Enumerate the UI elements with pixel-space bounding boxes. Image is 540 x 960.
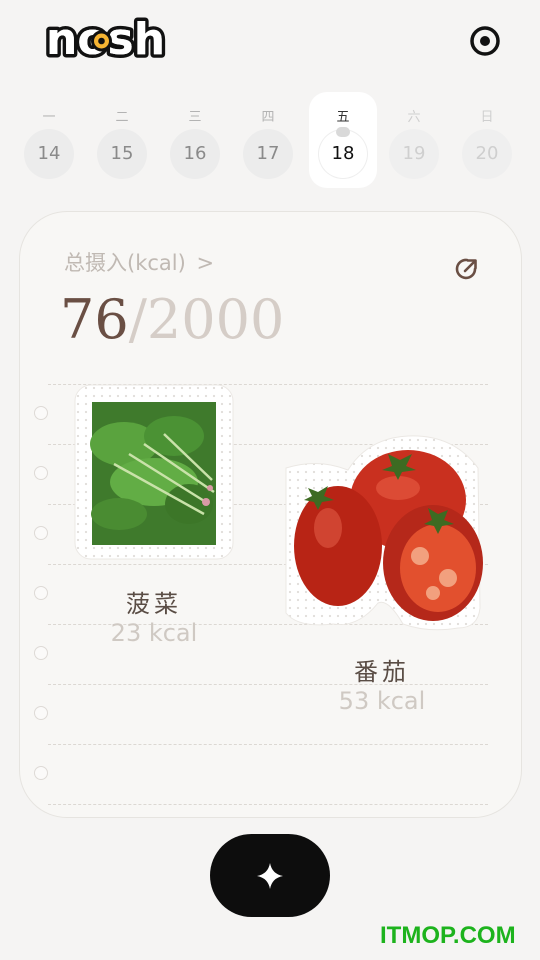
- day-16[interactable]: 三 16: [161, 92, 229, 188]
- food-kcal: 23 kcal: [110, 619, 198, 647]
- food-name: 菠菜: [126, 590, 182, 618]
- day-19[interactable]: 六 19: [380, 92, 448, 188]
- weekday-label: 五: [336, 110, 350, 125]
- today-indicator: [336, 127, 350, 137]
- weekday-label: 一: [42, 110, 56, 125]
- binder-hole: [34, 406, 48, 420]
- food-item-spinach[interactable]: 菠菜 23 kcal: [74, 584, 234, 647]
- binder-hole: [34, 466, 48, 480]
- share-icon[interactable]: [453, 255, 481, 283]
- goal-kcal: 2000: [146, 288, 285, 351]
- daily-intake-card: 总摄入(kcal) > 76/2000 菠菜 23 kcal 番茄 53 kca…: [19, 211, 522, 818]
- total-intake-label: 总摄入(kcal): [64, 251, 186, 275]
- day-17[interactable]: 四 17: [234, 92, 302, 188]
- weekday-label: 日: [480, 110, 494, 125]
- food-item-tomato[interactable]: 番茄 53 kcal: [302, 652, 462, 715]
- watermark: ITMOP.COM: [380, 922, 516, 949]
- date-number: 20: [462, 129, 512, 179]
- date-number: 16: [170, 129, 220, 179]
- binder-hole: [34, 646, 48, 660]
- settings-icon[interactable]: [468, 24, 502, 58]
- binder-hole: [34, 766, 48, 780]
- divider: [48, 744, 488, 745]
- chevron-right-icon: >: [196, 251, 215, 275]
- date-number: 15: [97, 129, 147, 179]
- week-selector: 一 14 二 15 三 16 四 17 五 18 六 19 日 20: [15, 92, 525, 188]
- binder-hole: [34, 586, 48, 600]
- date-number: 14: [24, 129, 74, 179]
- add-food-button[interactable]: [210, 834, 330, 917]
- nosh-logo: nosh nosh: [44, 12, 169, 64]
- day-15[interactable]: 二 15: [88, 92, 156, 188]
- food-sticker-tomato[interactable]: [278, 428, 484, 634]
- consumed-kcal: 76: [60, 288, 129, 351]
- total-intake-link[interactable]: 总摄入(kcal) >: [64, 247, 214, 277]
- divider: [48, 804, 488, 805]
- date-number: 19: [389, 129, 439, 179]
- day-14[interactable]: 一 14: [15, 92, 83, 188]
- food-kcal: 53 kcal: [338, 687, 426, 715]
- add-icon: [257, 863, 283, 889]
- weekday-label: 二: [115, 110, 129, 125]
- weekday-label: 六: [407, 110, 421, 125]
- binder-hole: [34, 526, 48, 540]
- separator: /: [128, 288, 147, 351]
- weekday-label: 三: [188, 110, 202, 125]
- weekday-label: 四: [261, 110, 275, 125]
- day-20[interactable]: 日 20: [453, 92, 521, 188]
- calorie-counter: 76/2000: [60, 284, 284, 356]
- day-18-selected[interactable]: 五 18: [309, 92, 377, 188]
- date-number: 17: [243, 129, 293, 179]
- food-sticker-spinach[interactable]: [74, 384, 234, 560]
- food-name: 番茄: [354, 658, 410, 686]
- binder-hole: [34, 706, 48, 720]
